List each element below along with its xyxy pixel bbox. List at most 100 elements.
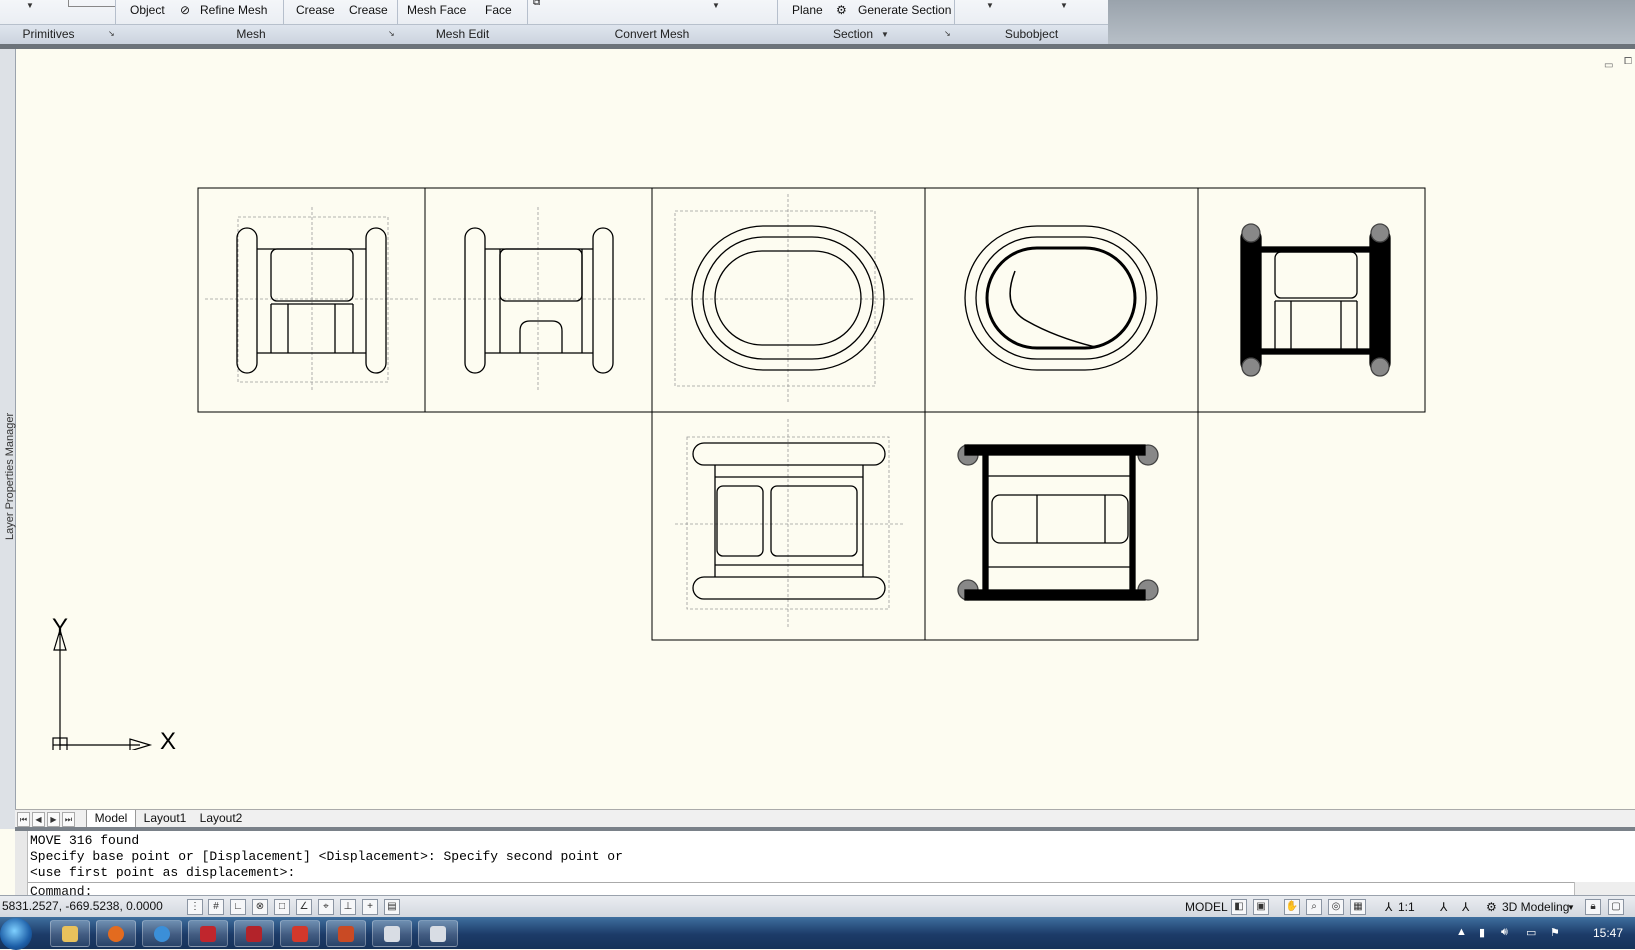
mesh-tools-icon[interactable] (68, 0, 116, 7)
mesh-face-button[interactable]: Mesh Face (407, 1, 466, 19)
auto-scale-icon[interactable]: ⅄ (1462, 900, 1469, 914)
taskbar-firefox[interactable] (96, 920, 136, 947)
status-bar: 5831.2527, -669.5238, 0.0000 ⋮ # ∟ ⊗ □ ∠… (0, 895, 1635, 918)
face-button[interactable]: Face (485, 1, 512, 19)
steering-wheel-icon[interactable]: ◎ (1328, 899, 1344, 915)
windows-taskbar: ▲ ▮ 🔊︎ ▭ ⚑ 15:47 (0, 917, 1635, 950)
coordinate-readout[interactable]: 5831.2527, -669.5238, 0.0000 (2, 899, 163, 913)
add-crease-button[interactable]: Crease (296, 1, 335, 19)
command-history-line: MOVE 316 found (30, 833, 140, 848)
taskbar-window-2[interactable] (418, 920, 458, 947)
object-snap-tracking-icon[interactable]: ⌖ (318, 899, 334, 915)
right-view (433, 207, 645, 391)
lineweight-icon[interactable]: ▤ (384, 899, 400, 915)
model-space-toggle[interactable]: MODEL (1185, 900, 1228, 914)
generate-section-icon[interactable]: ⚙ (836, 1, 847, 19)
app-icon (338, 926, 354, 942)
section-plane-button[interactable]: Plane (792, 1, 823, 19)
layer-properties-palette[interactable]: Layer Properties Manager (0, 49, 16, 829)
group-subobject[interactable]: Subobject (955, 25, 1108, 43)
zoom-icon[interactable]: ⌕ (1306, 899, 1322, 915)
taskbar-acrobat-2[interactable] (234, 920, 274, 947)
command-window-grip[interactable] (15, 831, 28, 899)
ucs-y-label: Y (52, 614, 69, 641)
group-primitives[interactable]: Primitives (0, 25, 97, 43)
group-convert-mesh[interactable]: Convert Mesh (528, 25, 776, 43)
chevron-down-icon[interactable]: ▼ (26, 1, 34, 10)
chevron-down-icon[interactable]: ▼ (881, 30, 889, 39)
object-snap-icon[interactable]: □ (274, 899, 290, 915)
ribbon-empty-area (1108, 0, 1635, 44)
workspace-switcher[interactable]: 3D Modeling (1502, 900, 1569, 914)
tab-layout2[interactable]: Layout2 (195, 810, 247, 827)
dynamic-input-icon[interactable]: + (362, 899, 378, 915)
window-icon (430, 926, 446, 942)
view-frame-section (1197, 187, 1426, 413)
dynamic-ucs-icon[interactable]: ⊥ (340, 899, 356, 915)
top-view (665, 194, 915, 404)
quick-view-layouts-icon[interactable]: ◧ (1231, 899, 1247, 915)
ucs-x-label: X (160, 728, 177, 755)
quick-view-drawings-icon[interactable]: ▣ (1253, 899, 1269, 915)
snap-mode-icon[interactable]: ⋮ (187, 899, 203, 915)
showmotion-icon[interactable]: ▦ (1350, 899, 1366, 915)
show-hidden-icons[interactable]: ▲ (1456, 926, 1467, 938)
group-section[interactable]: Section (778, 25, 928, 43)
view-frame-bottom (651, 411, 926, 641)
convert-icon[interactable]: ⧉ (533, 0, 540, 12)
volume-icon[interactable]: 🔊︎ (1501, 926, 1508, 939)
polar-tracking-icon[interactable]: ⊗ (252, 899, 268, 915)
taskbar-autocad[interactable] (280, 920, 320, 947)
dialog-launcher-icon[interactable]: ↘ (388, 29, 395, 38)
start-button[interactable] (0, 918, 32, 950)
grid-display-icon[interactable]: # (208, 899, 224, 915)
taskbar-ie[interactable] (142, 920, 182, 947)
section-view (1240, 223, 1391, 377)
generate-section-button[interactable]: Generate Section (858, 1, 951, 19)
front-view (205, 207, 418, 391)
chevron-down-icon[interactable]: ▼ (986, 1, 994, 10)
refine-mesh-icon[interactable]: ⊘ (180, 1, 190, 19)
ribbon: ▼ Object ⊘ Refine Mesh Crease Crease Mes… (0, 0, 1108, 45)
remove-crease-button[interactable]: Crease (349, 1, 388, 19)
command-history-line: <use first point as displacement>: (30, 865, 296, 880)
command-history-line: Specify base point or [Displacement] <Di… (30, 849, 623, 864)
ortho-mode-icon[interactable]: ∟ (230, 899, 246, 915)
display-icon[interactable]: ▭ (1526, 926, 1536, 939)
prev-tab-icon[interactable]: ◀ (32, 812, 45, 827)
tab-layout1[interactable]: Layout1 (139, 810, 191, 827)
last-tab-icon[interactable]: ⏭ (62, 812, 75, 827)
clean-screen-icon[interactable]: ▢ (1608, 899, 1624, 915)
taskbar-explorer[interactable] (50, 920, 90, 947)
drawing-canvas[interactable] (15, 49, 1635, 809)
group-mesh[interactable]: Mesh (116, 25, 386, 43)
network-icon[interactable]: ▮ (1479, 926, 1485, 939)
taskbar-window[interactable] (372, 920, 412, 947)
object-button[interactable]: Object (130, 1, 165, 19)
taskbar-app[interactable] (326, 920, 366, 947)
tab-model[interactable]: Model (86, 810, 136, 827)
annotation-visibility-icon[interactable]: ⅄ (1440, 900, 1447, 914)
autocad-icon (292, 926, 308, 942)
workspace-gear-icon[interactable]: ⚙ (1486, 900, 1497, 914)
section-top-view (964, 225, 1158, 371)
view-frame-right (424, 187, 653, 413)
next-tab-icon[interactable]: ▶ (47, 812, 60, 827)
folder-icon (62, 926, 78, 942)
annotation-scale[interactable]: 1:1 (1398, 900, 1415, 914)
taskbar-acrobat[interactable] (188, 920, 228, 947)
action-center-icon[interactable]: ⚑ (1550, 926, 1560, 939)
group-mesh-edit[interactable]: Mesh Edit (398, 25, 527, 43)
chevron-down-icon[interactable]: ▼ (1060, 1, 1068, 10)
chevron-down-icon[interactable]: ▼ (1567, 903, 1575, 912)
toolbar-lock-icon[interactable]: 🔒︎ (1585, 899, 1601, 915)
annotation-scale-icon[interactable]: ⅄ (1385, 900, 1392, 914)
first-tab-icon[interactable]: ⏮ (17, 812, 30, 827)
dialog-launcher-icon[interactable]: ↘ (108, 29, 115, 38)
taskbar-clock[interactable]: 15:47 (1593, 926, 1623, 940)
dialog-launcher-icon[interactable]: ↘ (944, 29, 951, 38)
3d-object-snap-icon[interactable]: ∠ (296, 899, 312, 915)
chevron-down-icon[interactable]: ▼ (712, 1, 720, 10)
refine-mesh-button[interactable]: Refine Mesh (200, 1, 267, 19)
pan-icon[interactable]: ✋ (1284, 899, 1300, 915)
